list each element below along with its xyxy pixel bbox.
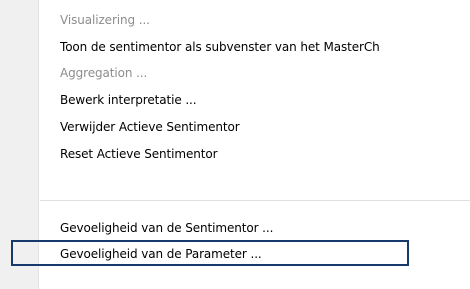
menu-item-gevoeligheid-sentimentor[interactable]: Gevoeligheid van de Sentimentor ... xyxy=(60,220,273,236)
menu-separator-highlight xyxy=(40,201,470,202)
menu-item-verwijder-actieve-sentimentor[interactable]: Verwijder Actieve Sentimentor xyxy=(60,119,240,135)
highlight-box xyxy=(11,240,409,266)
menu-item-visualizering: Visualizering ... xyxy=(60,13,150,27)
context-menu: Visualizering ... Toon de sentimentor al… xyxy=(0,0,470,289)
menu-item-toon-sentimentor-subvenster[interactable]: Toon de sentimentor als subvenster van h… xyxy=(60,39,380,55)
menu-item-reset-actieve-sentimentor[interactable]: Reset Actieve Sentimentor xyxy=(60,146,218,162)
menu-item-aggregation: Aggregation ... xyxy=(60,66,148,80)
menu-item-bewerk-interpretatie[interactable]: Bewerk interpretatie ... xyxy=(60,92,197,108)
